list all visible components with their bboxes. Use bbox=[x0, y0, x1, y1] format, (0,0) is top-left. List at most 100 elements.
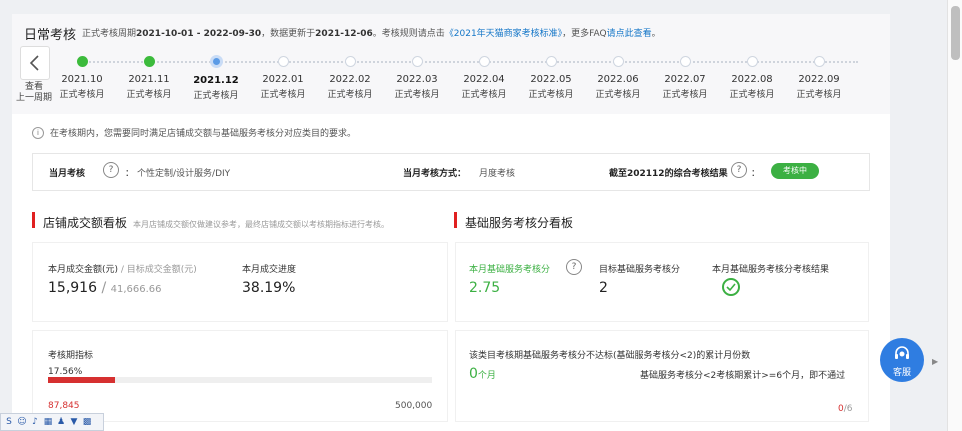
sales-period-card bbox=[32, 330, 448, 422]
period-percent: 17.56% bbox=[48, 367, 83, 377]
timeline-dot bbox=[209, 55, 223, 68]
check-icon bbox=[722, 278, 740, 296]
ime-s-icon[interactable]: S bbox=[4, 417, 14, 427]
amount-value: 15,916 / 41,666.66 bbox=[48, 280, 162, 296]
period-range: 2021-10-01 - 2022-09-30 bbox=[136, 29, 262, 39]
service-title: 基础服务考核分看板 bbox=[465, 216, 574, 230]
timeline-month-label: 2021.12 bbox=[193, 75, 239, 86]
category-label: 当月考核 bbox=[49, 169, 86, 179]
grid-icon[interactable]: ▩ bbox=[82, 417, 92, 427]
info-icon: i bbox=[32, 126, 44, 139]
timeline-month-sub: 正式考核月 bbox=[260, 90, 306, 100]
sales-section-header: 店铺成交额看板 本月店铺成交额仅做建议参考，最终店铺成交额以考核期指标进行考核。 bbox=[32, 212, 390, 230]
score-result-label: 本月基础服务考核分考核结果 bbox=[712, 265, 830, 275]
vertical-scrollbar[interactable] bbox=[947, 0, 962, 431]
timeline-dot bbox=[344, 56, 356, 67]
period-info: 正式考核周期2021-10-01 - 2022-09-30，数据更新于2021-… bbox=[82, 29, 661, 39]
fail-rule: 基础服务考核分<2考核期累计>=6个月，即不通过 bbox=[640, 371, 846, 381]
chat-label: 客服 bbox=[892, 368, 911, 378]
expand-arrow-icon[interactable]: ▶ bbox=[932, 357, 938, 366]
previous-period-label[interactable]: 查看 上一周期 bbox=[16, 82, 52, 104]
service-section-header: 基础服务考核分看板 bbox=[454, 212, 574, 230]
period-target: 500,000 bbox=[395, 401, 433, 411]
mode-value: 月度考核 bbox=[479, 169, 516, 179]
timeline-month-sub: 正式考核月 bbox=[126, 90, 172, 100]
timeline-month[interactable]: 2021.10 正式考核月 bbox=[52, 52, 112, 100]
user-icon[interactable]: ♟ bbox=[56, 417, 66, 427]
mode-label: 当月考核方式： bbox=[403, 169, 467, 179]
sales-note: 本月店铺成交额仅做建议参考，最终店铺成交额以考核期指标进行考核。 bbox=[133, 220, 390, 229]
timeline-dot bbox=[411, 56, 423, 67]
status-badge: 考核中 bbox=[771, 163, 819, 179]
timeline-month-sub: 正式考核月 bbox=[528, 90, 574, 100]
timeline-month[interactable]: 2021.12 正式考核月 bbox=[186, 52, 246, 101]
timeline-dot bbox=[545, 56, 557, 67]
ime-toolbar: S ☺ ♪ ▦ ♟ ▼ ▩ bbox=[0, 413, 104, 431]
help-icon[interactable]: ? bbox=[566, 259, 582, 275]
timeline-dot bbox=[612, 56, 624, 67]
chevron-left-icon bbox=[29, 55, 39, 71]
help-icon[interactable]: ? bbox=[103, 162, 119, 178]
fail-count: 0个月 bbox=[469, 366, 496, 382]
scrollbar-thumb[interactable] bbox=[951, 6, 960, 60]
timeline-dot bbox=[813, 56, 825, 67]
timeline-month[interactable]: 2022.05 正式考核月 bbox=[521, 52, 581, 100]
timeline-month-label: 2021.11 bbox=[128, 74, 170, 85]
timeline-month-label: 2022.08 bbox=[731, 74, 773, 85]
rule-link[interactable]: 《2021年天猫商家考核标准》 bbox=[445, 29, 562, 39]
timeline-month-sub: 正式考核月 bbox=[59, 90, 105, 100]
timeline-dot bbox=[478, 56, 490, 67]
timeline-month[interactable]: 2022.01 正式考核月 bbox=[253, 52, 313, 100]
notice: i 在考核期内，您需要同时满足店铺成交额与基础服务考核分对应类目的要求。 bbox=[32, 126, 356, 139]
timeline-dot bbox=[746, 56, 758, 67]
timeline-month-label: 2022.02 bbox=[329, 74, 371, 85]
timeline-month-label: 2022.09 bbox=[798, 74, 840, 85]
page-title: 日常考核 bbox=[24, 28, 77, 43]
timeline-month[interactable]: 2022.02 正式考核月 bbox=[320, 52, 380, 100]
microphone-icon[interactable]: ♪ bbox=[30, 417, 40, 427]
emoji-icon[interactable]: ☺ bbox=[17, 417, 27, 427]
shirt-icon[interactable]: ▼ bbox=[69, 417, 79, 427]
timeline-month[interactable]: 2021.11 正式考核月 bbox=[119, 52, 179, 100]
faq-link[interactable]: 请点此查看 bbox=[607, 29, 652, 39]
previous-period-button[interactable] bbox=[20, 46, 50, 80]
fail-ratio: 0/6 bbox=[838, 404, 853, 414]
update-date: 2021-12-06 bbox=[315, 29, 373, 39]
amount-label: 本月成交金额(元) / 目标成交金额(元) bbox=[48, 265, 197, 275]
timeline-month-sub: 正式考核月 bbox=[461, 90, 507, 100]
customer-service-button[interactable]: 客服 bbox=[880, 338, 924, 382]
timeline-month-label: 2022.01 bbox=[262, 74, 304, 85]
period-label: 考核期指标 bbox=[48, 351, 94, 361]
timeline-month-label: 2021.10 bbox=[61, 74, 103, 85]
score-label: 本月基础服务考核分 bbox=[469, 265, 551, 275]
timeline-month[interactable]: 2022.03 正式考核月 bbox=[387, 52, 447, 100]
target-score-value: 2 bbox=[599, 280, 608, 296]
timeline-month[interactable]: 2022.06 正式考核月 bbox=[588, 52, 648, 100]
progress-label: 本月成交进度 bbox=[242, 265, 297, 275]
help-icon[interactable]: ? bbox=[731, 162, 747, 178]
timeline-month-sub: 正式考核月 bbox=[327, 90, 373, 100]
period-progress-bar bbox=[48, 377, 432, 383]
period-actual: 87,845 bbox=[48, 401, 80, 411]
timeline-month-label: 2022.05 bbox=[530, 74, 572, 85]
period-progress-fill bbox=[48, 377, 116, 383]
timeline-month[interactable]: 2022.08 正式考核月 bbox=[722, 52, 782, 100]
timeline-month-label: 2022.07 bbox=[664, 74, 706, 85]
timeline-dot bbox=[143, 56, 155, 67]
progress-value: 38.19% bbox=[242, 280, 296, 296]
assessment-summary: 当月考核 ? ： 个性定制/设计服务/DIY 当月考核方式： 月度考核 截至20… bbox=[32, 153, 870, 191]
timeline-month[interactable]: 2022.07 正式考核月 bbox=[655, 52, 715, 100]
result-label: 截至202112的综合考核结果 bbox=[609, 169, 728, 179]
timeline-month-sub: 正式考核月 bbox=[796, 90, 842, 100]
timeline-month-sub: 正式考核月 bbox=[729, 90, 775, 100]
timeline-month[interactable]: 2022.04 正式考核月 bbox=[454, 52, 514, 100]
timeline-month-sub: 正式考核月 bbox=[595, 90, 641, 100]
sales-title: 店铺成交额看板 bbox=[43, 216, 128, 230]
timeline-month-sub: 正式考核月 bbox=[394, 90, 440, 100]
month-timeline: 2021.10 正式考核月 2021.11 正式考核月 2021.12 正式考核月 2022… bbox=[52, 52, 882, 108]
category-value: 个性定制/设计服务/DIY bbox=[137, 169, 231, 179]
timeline-month[interactable]: 2022.09 正式考核月 bbox=[789, 52, 849, 100]
timeline-month-label: 2022.04 bbox=[463, 74, 505, 85]
keyboard-icon[interactable]: ▦ bbox=[43, 417, 53, 427]
timeline-month-sub: 正式考核月 bbox=[193, 91, 239, 101]
